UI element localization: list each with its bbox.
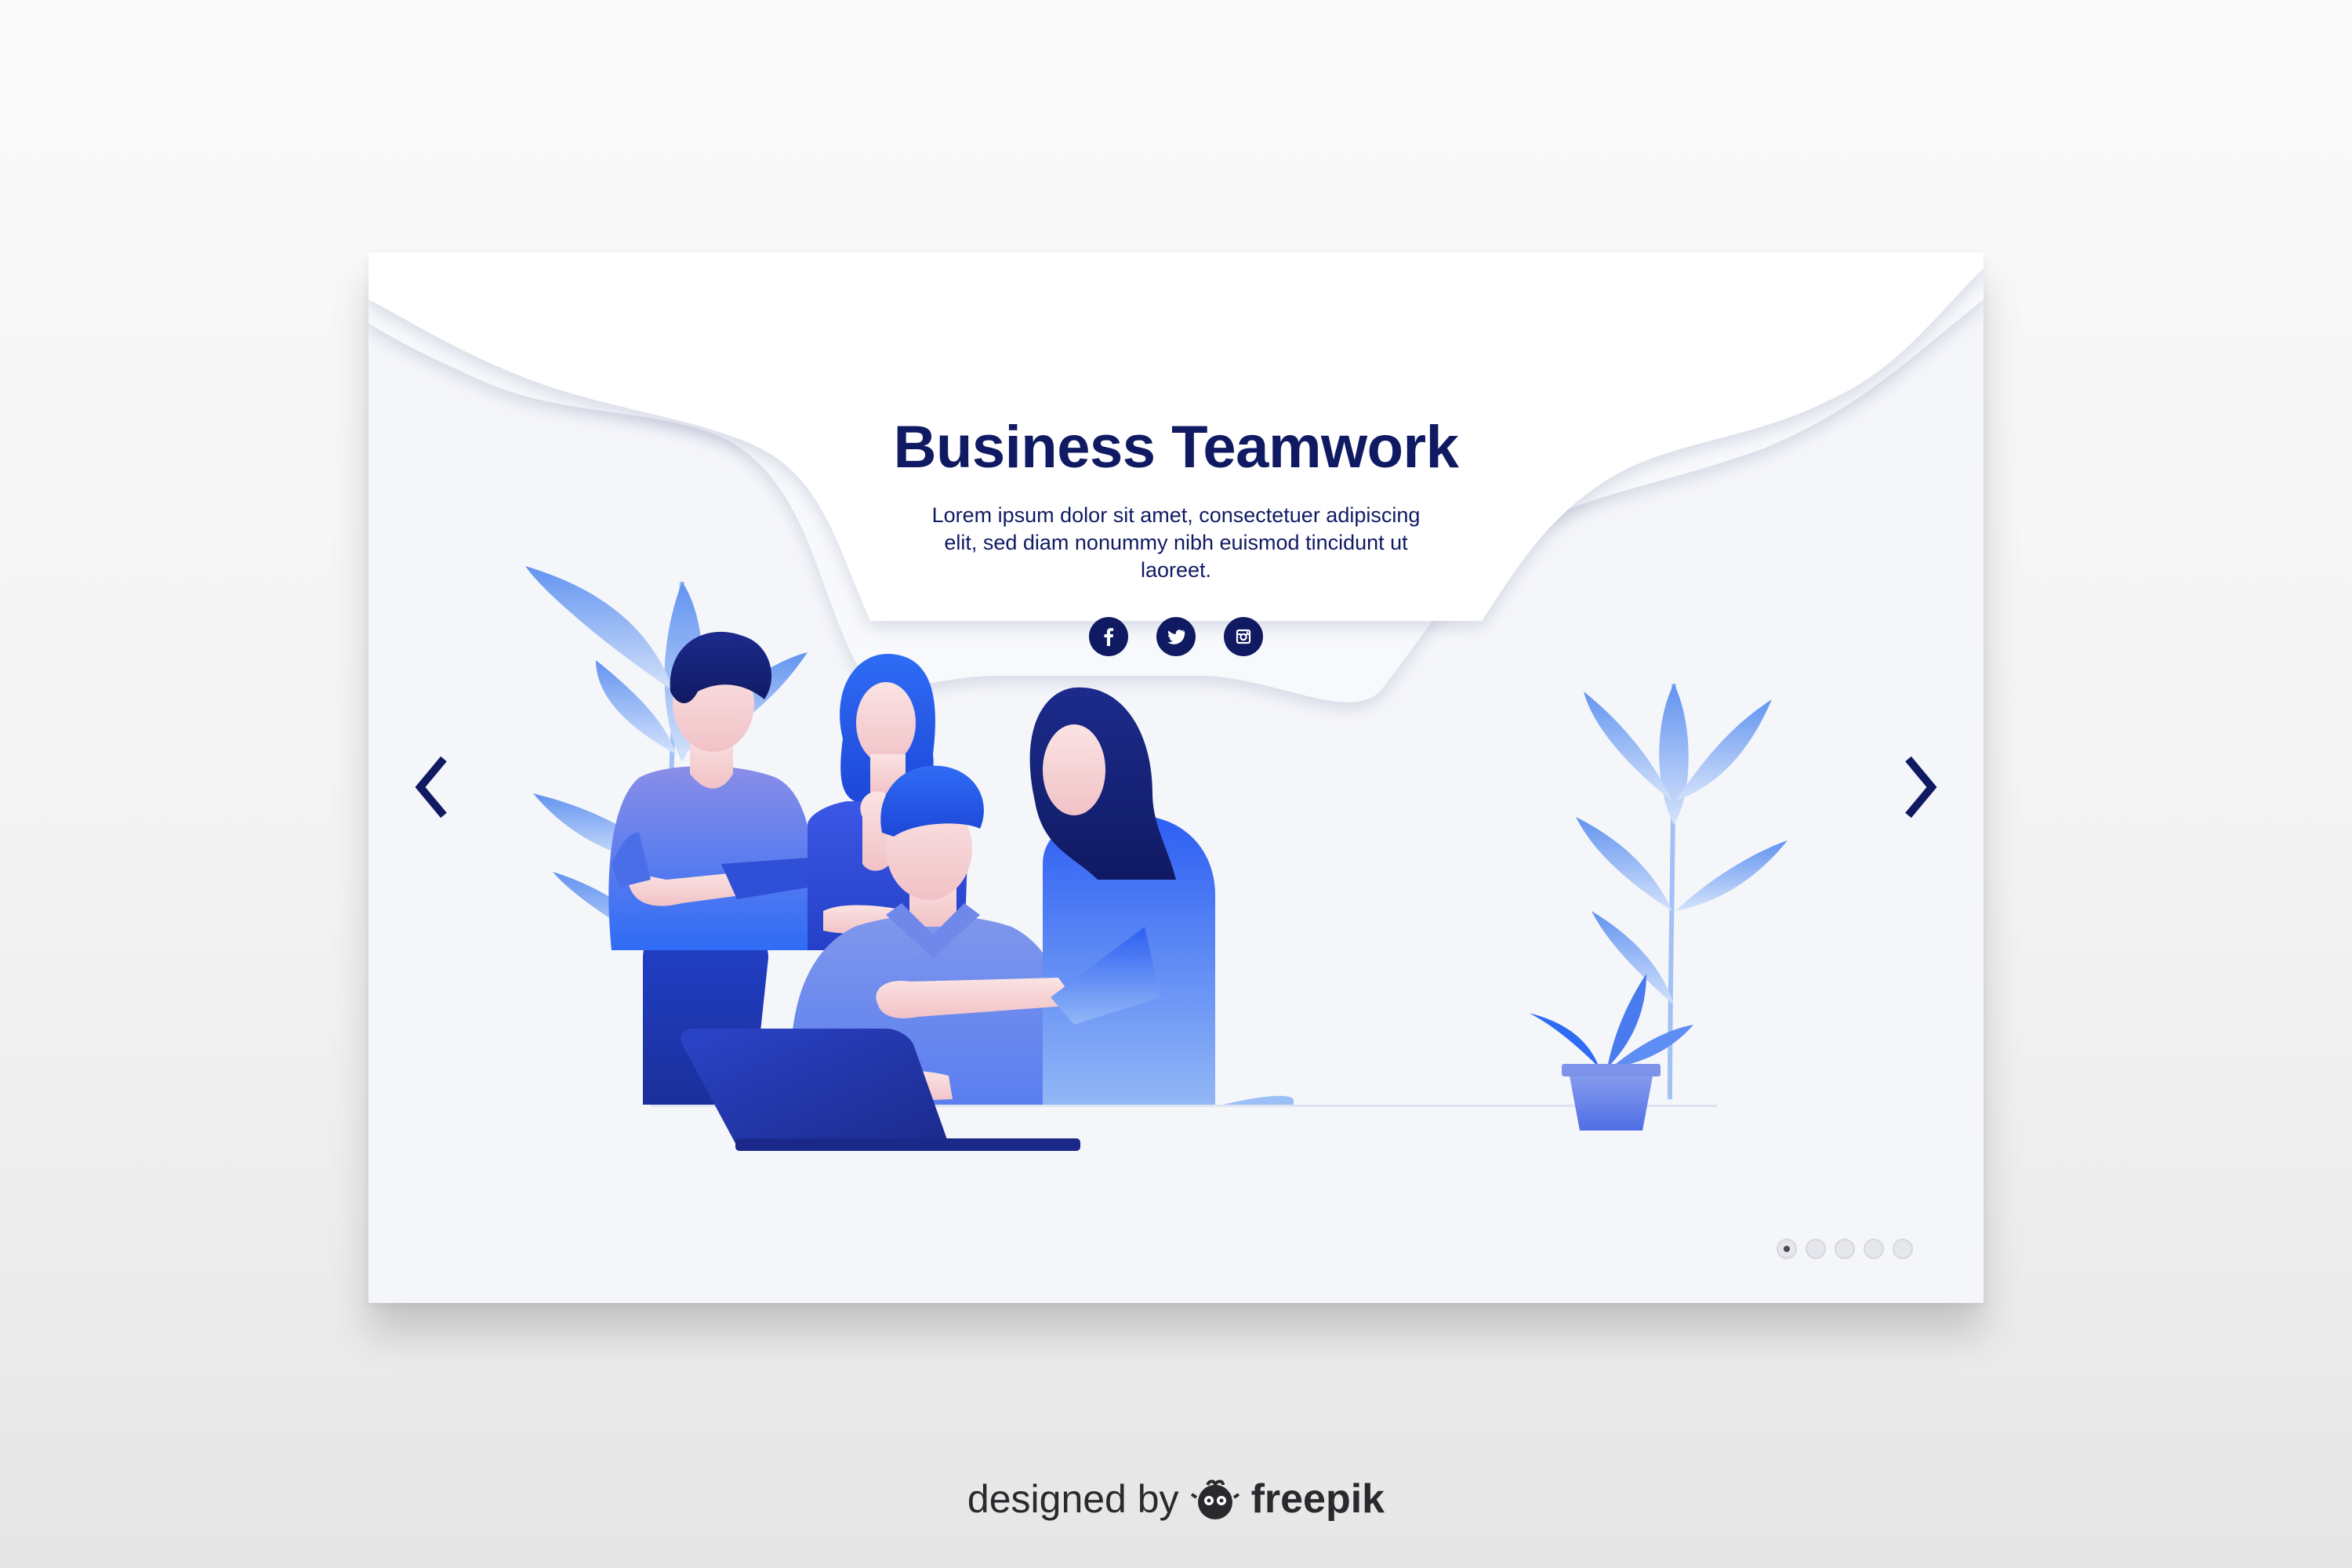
pagination-dot-5[interactable]	[1893, 1239, 1913, 1259]
pagination-dot-4[interactable]	[1864, 1239, 1884, 1259]
instagram-button[interactable]	[1224, 617, 1263, 656]
team-illustration	[525, 566, 1788, 1151]
pagination-dot-2[interactable]	[1806, 1239, 1826, 1259]
right-plant	[1576, 683, 1788, 1100]
twitter-button[interactable]	[1156, 617, 1196, 656]
social-links	[368, 617, 1984, 656]
facebook-button[interactable]	[1089, 617, 1128, 656]
chevron-right-icon	[1905, 756, 1937, 818]
previous-slide-button[interactable]	[408, 748, 455, 826]
pagination-dot-3[interactable]	[1835, 1239, 1855, 1259]
facebook-icon	[1104, 628, 1114, 646]
credit-prefix: designed by	[967, 1477, 1179, 1521]
instagram-icon	[1236, 629, 1251, 644]
slide-pagination	[1777, 1239, 1913, 1259]
pagination-dot-1[interactable]	[1777, 1239, 1797, 1259]
freepik-credit: designed by freepik	[0, 1474, 2352, 1524]
freepik-logo-icon	[1190, 1479, 1240, 1519]
landing-card: Business Teamwork Lorem ipsum dolor sit …	[368, 252, 1984, 1303]
hero-description: Lorem ipsum dolor sit amet, consectetuer…	[931, 503, 1421, 582]
page-title: Business Teamwork	[893, 414, 1459, 481]
credit-brand: freepik	[1250, 1476, 1385, 1522]
twitter-icon	[1167, 630, 1185, 644]
hero-text: Business Teamwork Lorem ipsum dolor sit …	[368, 413, 1984, 584]
chevron-left-icon	[415, 756, 447, 818]
next-slide-button[interactable]	[1897, 748, 1944, 826]
